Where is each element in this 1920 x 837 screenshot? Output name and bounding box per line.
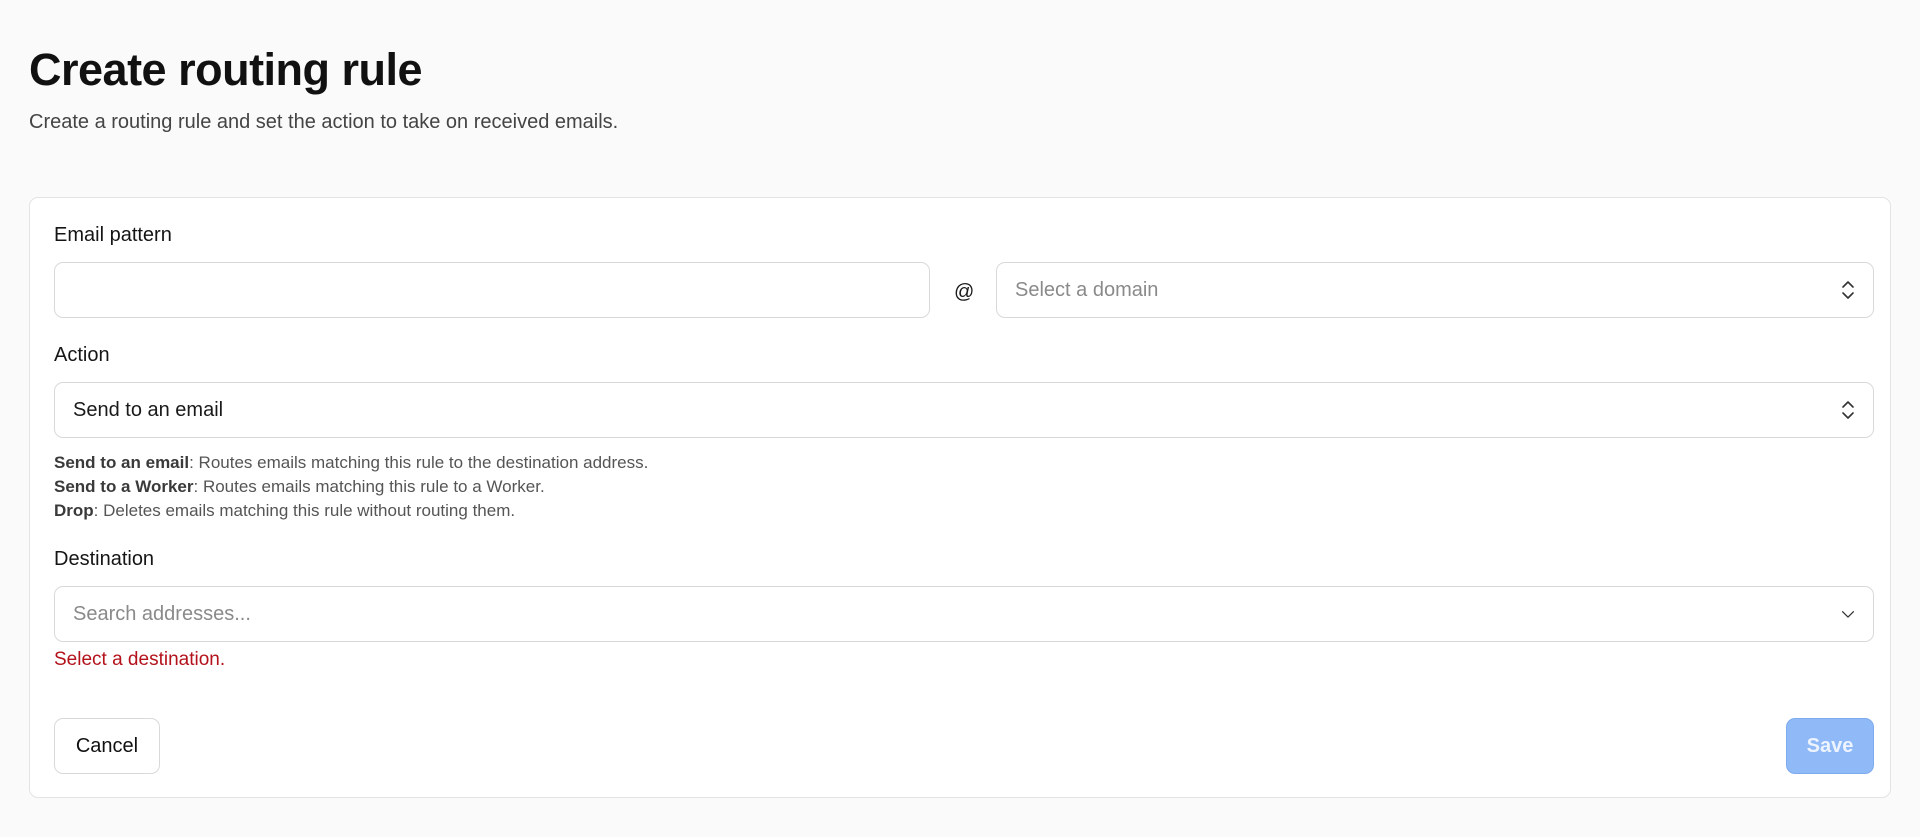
cancel-button[interactable]: Cancel <box>54 718 160 774</box>
destination-label: Destination <box>54 548 155 570</box>
action-help-text: Send to an email: Routes emails matching… <box>54 451 648 523</box>
help-line-send-worker: Send to a Worker: Routes emails matching… <box>54 475 648 499</box>
help-description: : Routes emails matching this rule to th… <box>189 453 649 472</box>
chevron-down-icon <box>1841 602 1855 626</box>
domain-select-placeholder: Select a domain <box>1015 278 1159 301</box>
help-description: : Deletes emails matching this rule with… <box>93 501 516 520</box>
email-pattern-label: Email pattern <box>54 224 172 246</box>
destination-combobox[interactable]: Search addresses... <box>54 586 1874 642</box>
action-label: Action <box>54 344 110 366</box>
destination-placeholder: Search addresses... <box>73 602 251 625</box>
destination-error: Select a destination. <box>54 649 226 670</box>
help-line-drop: Drop: Deletes emails matching this rule … <box>54 499 648 523</box>
page: Create routing rule Create a routing rul… <box>0 0 1920 837</box>
help-term: Drop <box>54 501 94 520</box>
help-term: Send to an email <box>54 453 190 472</box>
domain-select[interactable]: Select a domain <box>996 262 1874 318</box>
up-down-chevron-icon <box>1841 278 1855 302</box>
help-term: Send to a Worker <box>54 477 194 496</box>
page-subtitle: Create a routing rule and set the action… <box>29 111 619 133</box>
action-select-value: Send to an email <box>73 398 224 421</box>
action-select[interactable]: Send to an email <box>54 382 1874 438</box>
save-button[interactable]: Save <box>1786 718 1874 774</box>
at-symbol: @ <box>954 281 975 303</box>
page-title: Create routing rule <box>29 44 423 95</box>
email-pattern-input[interactable] <box>54 262 930 318</box>
help-description: : Routes emails matching this rule to a … <box>193 477 545 496</box>
up-down-chevron-icon <box>1841 398 1855 422</box>
routing-rule-form: Email pattern @ Select a domain Action S… <box>29 197 1891 798</box>
help-line-send-email: Send to an email: Routes emails matching… <box>54 451 648 475</box>
